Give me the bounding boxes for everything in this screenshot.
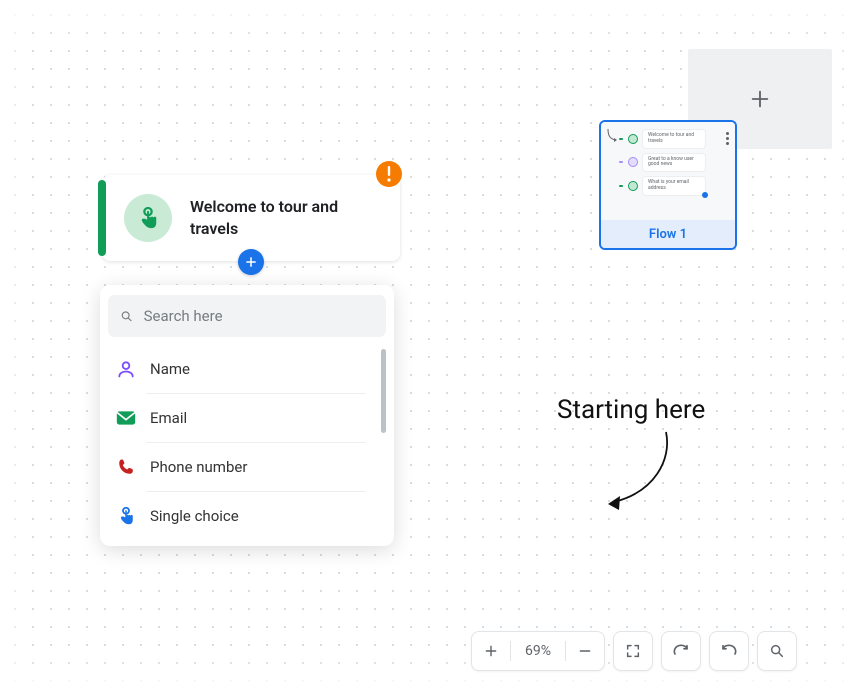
exclamation-icon: [387, 166, 391, 182]
flow-preview: Welcome to tour and travels Great to a k…: [601, 122, 735, 220]
welcome-node[interactable]: Welcome to tour and travels: [102, 175, 400, 261]
touch-icon: [124, 194, 172, 242]
touch-icon: [116, 506, 136, 526]
annotation-arrow-icon: [604, 430, 684, 520]
option-label: Name: [150, 360, 190, 378]
person-icon: [116, 359, 136, 379]
options-list: Name Email Phone number: [108, 345, 386, 540]
zoom-out-button[interactable]: [576, 642, 594, 660]
node-title: Welcome to tour and travels: [190, 196, 370, 239]
undo-icon: [720, 642, 738, 660]
search-icon: [120, 309, 134, 324]
warning-badge[interactable]: [376, 161, 402, 187]
kebab-icon: [726, 132, 729, 145]
search-icon: [768, 642, 786, 660]
option-phone[interactable]: Phone number: [108, 443, 372, 491]
flow-card[interactable]: Welcome to tour and travels Great to a k…: [599, 120, 737, 250]
email-icon: [116, 408, 136, 428]
phone-icon: [116, 457, 136, 477]
minus-icon: [578, 644, 592, 658]
zoom-toolbar: 69%: [471, 631, 797, 671]
start-arrow-icon: [606, 128, 620, 144]
preview-bubble: Great to a know user good news: [643, 154, 705, 172]
divider: [565, 641, 566, 661]
plus-icon: [244, 255, 258, 269]
plus-icon: [484, 644, 498, 658]
plus-icon: [749, 88, 771, 110]
preview-bubble: What is your email address: [643, 177, 705, 195]
fade: [0, 0, 28, 688]
option-label: Email: [150, 409, 187, 427]
flow-card-label: Flow 1: [601, 220, 735, 248]
option-email[interactable]: Email: [108, 394, 372, 442]
undo-button[interactable]: [709, 631, 749, 671]
add-step-button[interactable]: [238, 249, 264, 275]
fullscreen-icon: [624, 642, 642, 660]
annotation-text: Starting here: [557, 395, 705, 425]
canvas[interactable]: Welcome to tour and travels Great to a k…: [0, 0, 861, 688]
divider: [510, 641, 511, 661]
scrollbar[interactable]: [381, 349, 386, 433]
preview-bubble: Welcome to tour and travels: [643, 130, 705, 148]
node-accent: [98, 180, 106, 256]
option-label: Phone number: [150, 458, 247, 476]
option-single-choice[interactable]: Single choice: [108, 492, 372, 540]
redo-button[interactable]: [661, 631, 701, 671]
fade: [0, 0, 861, 40]
fit-button[interactable]: [613, 631, 653, 671]
fade: [833, 0, 861, 688]
search-canvas-button[interactable]: [757, 631, 797, 671]
zoom-group: 69%: [471, 631, 605, 671]
zoom-level: 69%: [521, 643, 555, 659]
option-name[interactable]: Name: [108, 345, 372, 393]
option-label: Single choice: [150, 507, 239, 525]
step-type-dropdown: Name Email Phone number: [100, 285, 394, 546]
redo-icon: [672, 642, 690, 660]
zoom-in-button[interactable]: [482, 642, 500, 660]
search-input[interactable]: [144, 307, 374, 325]
search-field[interactable]: [108, 295, 386, 337]
